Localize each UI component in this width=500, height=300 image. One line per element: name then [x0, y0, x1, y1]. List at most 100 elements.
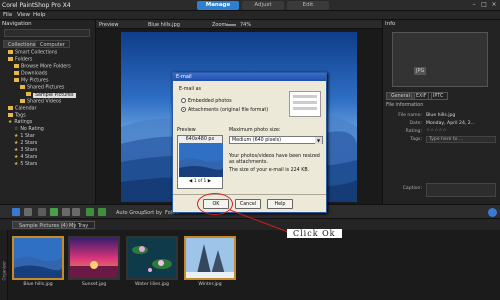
tree-item-2-stars[interactable]: ★ 2 Stars: [14, 141, 37, 146]
blue-hills-thumb-image: [14, 238, 62, 278]
radio-selected-icon: [181, 107, 186, 112]
tree-item-folders[interactable]: Folders: [8, 57, 32, 63]
tags-input[interactable]: Type here to ...: [426, 136, 496, 143]
info-thumbnail: [392, 32, 488, 87]
tree-item-sample-pictures[interactable]: Sample Pictures: [26, 92, 76, 98]
label-file-name: File name:: [398, 113, 422, 118]
share-icon[interactable]: [50, 208, 58, 216]
folder-icon: [26, 92, 31, 96]
label-date: Date:: [409, 121, 422, 126]
folder-icon: [14, 71, 19, 75]
folder-icon: [8, 57, 13, 61]
auto-group-button[interactable]: Auto Group: [116, 210, 144, 216]
option-attachments[interactable]: Attachments (original file format): [181, 107, 268, 113]
thumbnail-sunset[interactable]: [68, 236, 120, 280]
thumbnail-label: Winter.jpg: [198, 282, 222, 287]
preview-pager[interactable]: ◀ 1 of 1 ▶: [178, 179, 222, 184]
caption-input[interactable]: [426, 183, 496, 197]
email-icon[interactable]: [86, 208, 94, 216]
thumbnail-label: Blue hills.jpg: [23, 282, 53, 287]
tab-manage[interactable]: Manage: [197, 1, 239, 10]
select-icon[interactable]: [38, 208, 46, 216]
tab-edit[interactable]: Edit: [287, 1, 329, 10]
tree-item-browse-more-folders[interactable]: Browse More Folders: [14, 64, 71, 70]
email-illustration: [289, 91, 321, 117]
preview-label: Preview: [177, 128, 196, 133]
email-dialog: E-mail E-mail as Embedded photos Attachm…: [172, 72, 327, 213]
viewer-mode[interactable]: Preview: [99, 22, 118, 28]
zoom-slider[interactable]: [226, 24, 236, 26]
folder-icon: [14, 64, 19, 68]
tree-item-1-star[interactable]: ★ 1 Star: [14, 134, 35, 139]
tree-item-shared-pictures[interactable]: Shared Pictures: [20, 85, 64, 91]
tree-item-4-stars[interactable]: ★ 4 Stars: [14, 155, 37, 160]
rating-stars[interactable]: ☆☆☆☆☆: [426, 128, 447, 133]
thumbnail-blue-hills[interactable]: [12, 236, 64, 280]
tray-tab-my-tray[interactable]: My Tray: [62, 221, 96, 229]
app-title: Corel PaintShop Pro X4: [2, 2, 71, 9]
next-arrow-icon[interactable]: ▶: [206, 179, 211, 184]
tab-iptc[interactable]: IPTC: [428, 92, 449, 100]
tree-item-calendar[interactable]: Calendar: [8, 106, 37, 112]
rotate-left-icon[interactable]: [62, 208, 70, 216]
preview-size: 640x480 px: [178, 136, 222, 143]
close-icon[interactable]: ×: [490, 1, 498, 9]
view-mode-icon[interactable]: [12, 208, 20, 216]
water-lilies-thumb-image: [128, 238, 176, 278]
tree-item-tags[interactable]: Tags: [8, 113, 26, 119]
file-type-badge: JPG: [414, 67, 427, 75]
star-icon: ★: [8, 120, 13, 125]
menu-bar: [0, 11, 500, 20]
rotate-right-icon[interactable]: [72, 208, 80, 216]
tab-adjust[interactable]: Adjust: [242, 1, 284, 10]
zoom-value: 74%: [240, 22, 252, 28]
thumbnail-winter[interactable]: [184, 236, 236, 280]
callout-text: Click Ok: [287, 229, 342, 238]
star-icon: ☆: [14, 127, 19, 132]
expand-icon[interactable]: [488, 208, 497, 217]
menu-help[interactable]: Help: [33, 12, 46, 18]
organizer-label: Organizer: [1, 260, 7, 281]
tag-icon: [8, 113, 13, 117]
option-embedded-photos[interactable]: Embedded photos: [181, 98, 232, 104]
viewer-header: [96, 20, 382, 29]
menu-file[interactable]: File: [3, 12, 12, 18]
dialog-title: E-mail: [173, 73, 326, 81]
label-rating: Rating:: [405, 129, 422, 134]
menu-view[interactable]: View: [17, 12, 30, 18]
resize-note: Your photos/videos have been resized as …: [229, 154, 320, 165]
details-view-icon[interactable]: [24, 208, 32, 216]
label-caption: Caption:: [402, 186, 422, 191]
tree-item-downloads[interactable]: Downloads: [14, 71, 47, 77]
email-as-label: E-mail as: [179, 87, 202, 92]
tree-item-smart-collections[interactable]: Smart Collections: [8, 50, 57, 56]
callout-arrow: [229, 209, 289, 233]
organizer-strip[interactable]: Organizer: [0, 230, 8, 300]
tree-item-no-rating[interactable]: ☆ No Rating: [14, 127, 44, 132]
star-icon: ★: [14, 134, 19, 139]
tree-item-5-stars[interactable]: ★ 5 Stars: [14, 162, 37, 167]
calendar-icon: [8, 106, 13, 110]
preview-box: 640x480 px ◀ 1 of 1 ▶: [177, 135, 224, 189]
navigation-title: Navigation: [2, 21, 32, 27]
minimize-icon[interactable]: –: [470, 1, 478, 9]
info-title: Info: [385, 21, 396, 27]
print-icon[interactable]: [98, 208, 106, 216]
tree-item-ratings[interactable]: ★ Ratings: [8, 120, 32, 125]
max-size-select[interactable]: Medium (640 pixels) ▼: [229, 136, 323, 144]
thumbnail-water-lilies[interactable]: [126, 236, 178, 280]
folder-icon: [20, 85, 25, 89]
winter-thumb-image: [186, 238, 234, 278]
folder-icon: [14, 78, 19, 82]
folder-icon: [20, 99, 25, 103]
label-tags: Tags:: [410, 137, 422, 142]
section-file-information: File information: [386, 103, 424, 108]
nav-search-box[interactable]: [4, 29, 90, 37]
maximize-icon[interactable]: □: [480, 1, 488, 9]
sort-by-button[interactable]: Sort by: [144, 210, 162, 216]
value-file-name: Blue hills.jpg: [426, 113, 456, 118]
tree-item-my-pictures[interactable]: My Pictures: [14, 78, 49, 84]
tree-item-shared-videos[interactable]: Shared Videos: [20, 99, 61, 105]
nav-tab-computer[interactable]: Computer: [35, 40, 70, 48]
tree-item-3-stars[interactable]: ★ 3 Stars: [14, 148, 37, 153]
